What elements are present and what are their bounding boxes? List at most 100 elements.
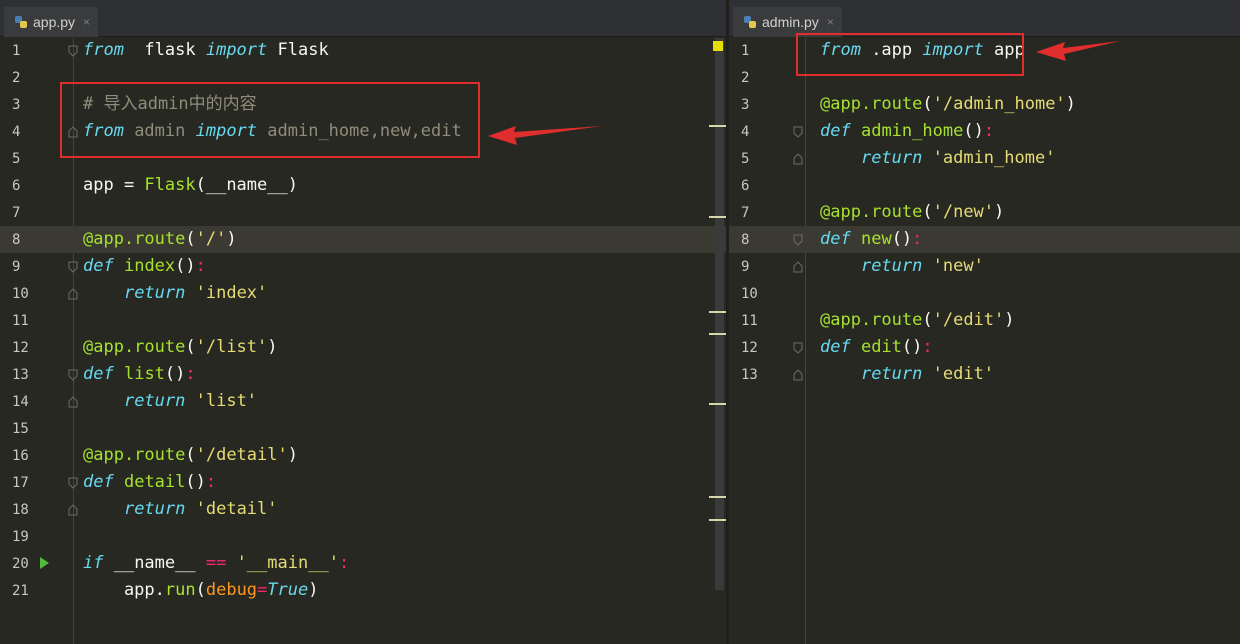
fold-marker-icon[interactable]	[793, 342, 803, 354]
change-marker[interactable]	[709, 496, 726, 498]
fold-marker-icon[interactable]	[68, 288, 78, 300]
code-text: return 'admin_home'	[820, 145, 1056, 172]
fold-marker-icon[interactable]	[68, 504, 78, 516]
run-arrow-icon[interactable]	[40, 557, 49, 569]
code-line[interactable]: 16 @app.route('/detail')	[0, 442, 726, 469]
close-icon[interactable]: ×	[83, 15, 90, 29]
code-line[interactable]: 9 return 'new'	[729, 253, 1240, 280]
code-line[interactable]: 12 def edit():	[729, 334, 1240, 361]
code-token: )	[287, 445, 298, 465]
code-token: '/edit'	[932, 310, 1005, 330]
line-number: 4	[12, 124, 21, 140]
code-token: (	[185, 445, 196, 465]
code-line[interactable]: 11 @app.route('/edit')	[729, 307, 1240, 334]
code-line[interactable]: 1 from flask import Flask	[0, 37, 726, 64]
change-marker[interactable]	[709, 333, 726, 335]
code-token: ()	[175, 256, 196, 276]
code-line[interactable]: 8 @app.route('/')	[0, 226, 726, 253]
code-token: ()	[891, 229, 913, 249]
code-text: def detail():	[83, 469, 216, 496]
code-line[interactable]: 17 def detail():	[0, 469, 726, 496]
code-line[interactable]: 19	[0, 523, 726, 550]
warning-marker[interactable]	[713, 41, 723, 51]
code-line[interactable]: 6	[729, 172, 1240, 199]
line-number: 20	[12, 556, 29, 572]
line-number: 11	[741, 313, 758, 329]
fold-marker-icon[interactable]	[68, 45, 78, 57]
code-token: '__main__'	[236, 553, 339, 573]
code-line[interactable]: 20 if __name__ == '__main__':	[0, 550, 726, 577]
line-number: 2	[741, 70, 750, 86]
code-line[interactable]: 18 return 'detail'	[0, 496, 726, 523]
fold-marker-icon[interactable]	[68, 396, 78, 408]
code-line[interactable]: 4 def admin_home():	[729, 118, 1240, 145]
code-token: '/'	[195, 229, 227, 249]
code-token: detail	[123, 472, 186, 492]
code-token: app.	[83, 580, 165, 600]
code-line[interactable]: 3 @app.route('/admin_home')	[729, 91, 1240, 118]
fold-marker-icon[interactable]	[68, 261, 78, 273]
code-line[interactable]: 15	[0, 415, 726, 442]
line-number: 9	[12, 259, 21, 275]
code-token: :	[205, 472, 217, 492]
line-number: 15	[12, 421, 29, 437]
code-token: def	[820, 121, 851, 141]
code-token: (	[922, 310, 933, 330]
fold-marker-icon[interactable]	[68, 477, 78, 489]
annotation-box-import	[60, 82, 480, 158]
fold-marker-icon[interactable]	[793, 126, 803, 138]
fold-marker-icon[interactable]	[793, 261, 803, 273]
fold-marker-icon[interactable]	[793, 369, 803, 381]
code-line[interactable]: 7 @app.route('/new')	[729, 199, 1240, 226]
scrollbar[interactable]	[715, 38, 724, 590]
code-line[interactable]: 11	[0, 307, 726, 334]
code-token: '/list'	[195, 337, 268, 357]
code-token: 'edit'	[932, 364, 995, 384]
close-icon[interactable]: ×	[827, 15, 834, 29]
code-token: 'index'	[195, 283, 268, 303]
code-token: 'list'	[195, 391, 258, 411]
code-line[interactable]: 14 return 'list'	[0, 388, 726, 415]
editor-pane-admin-py[interactable]: admin.py × 1 from .app import app 2 3 @app.r…	[729, 0, 1240, 644]
annotation-box-from-app	[796, 33, 1024, 76]
change-marker[interactable]	[709, 519, 726, 521]
code-token: :	[338, 553, 350, 573]
code-line[interactable]: 12 @app.route('/list')	[0, 334, 726, 361]
code-text: @app.route('/new')	[820, 199, 1004, 226]
fold-marker-icon[interactable]	[793, 153, 803, 165]
code-line[interactable]: 8 def new():	[729, 226, 1240, 253]
code-line[interactable]: 10 return 'index'	[0, 280, 726, 307]
code-line[interactable]: 9 def index():	[0, 253, 726, 280]
code-line[interactable]: 5 return 'admin_home'	[729, 145, 1240, 172]
code-token: )	[1065, 94, 1076, 114]
code-text: @app.route('/admin_home')	[820, 91, 1076, 118]
code-text: def new():	[820, 226, 922, 253]
line-number: 12	[12, 340, 29, 356]
fold-marker-icon[interactable]	[68, 369, 78, 381]
change-marker[interactable]	[709, 125, 726, 127]
fold-marker-icon[interactable]	[793, 234, 803, 246]
code-token: ()	[963, 121, 984, 141]
code-token: (	[185, 337, 196, 357]
code-line[interactable]: 21 app.run(debug=True)	[0, 577, 726, 604]
change-marker[interactable]	[709, 216, 726, 218]
code-line[interactable]: 13 def list():	[0, 361, 726, 388]
code-text: return 'index'	[83, 280, 267, 307]
code-line[interactable]: 6 app = Flask(__name__)	[0, 172, 726, 199]
code-line[interactable]: 10	[729, 280, 1240, 307]
code-line[interactable]: 13 return 'edit'	[729, 361, 1240, 388]
code-token: (__name__)	[195, 175, 298, 195]
change-marker[interactable]	[709, 403, 726, 405]
tab-app-py[interactable]: app.py ×	[4, 7, 99, 37]
code-line[interactable]: 7	[0, 199, 726, 226]
change-marker[interactable]	[709, 311, 726, 313]
